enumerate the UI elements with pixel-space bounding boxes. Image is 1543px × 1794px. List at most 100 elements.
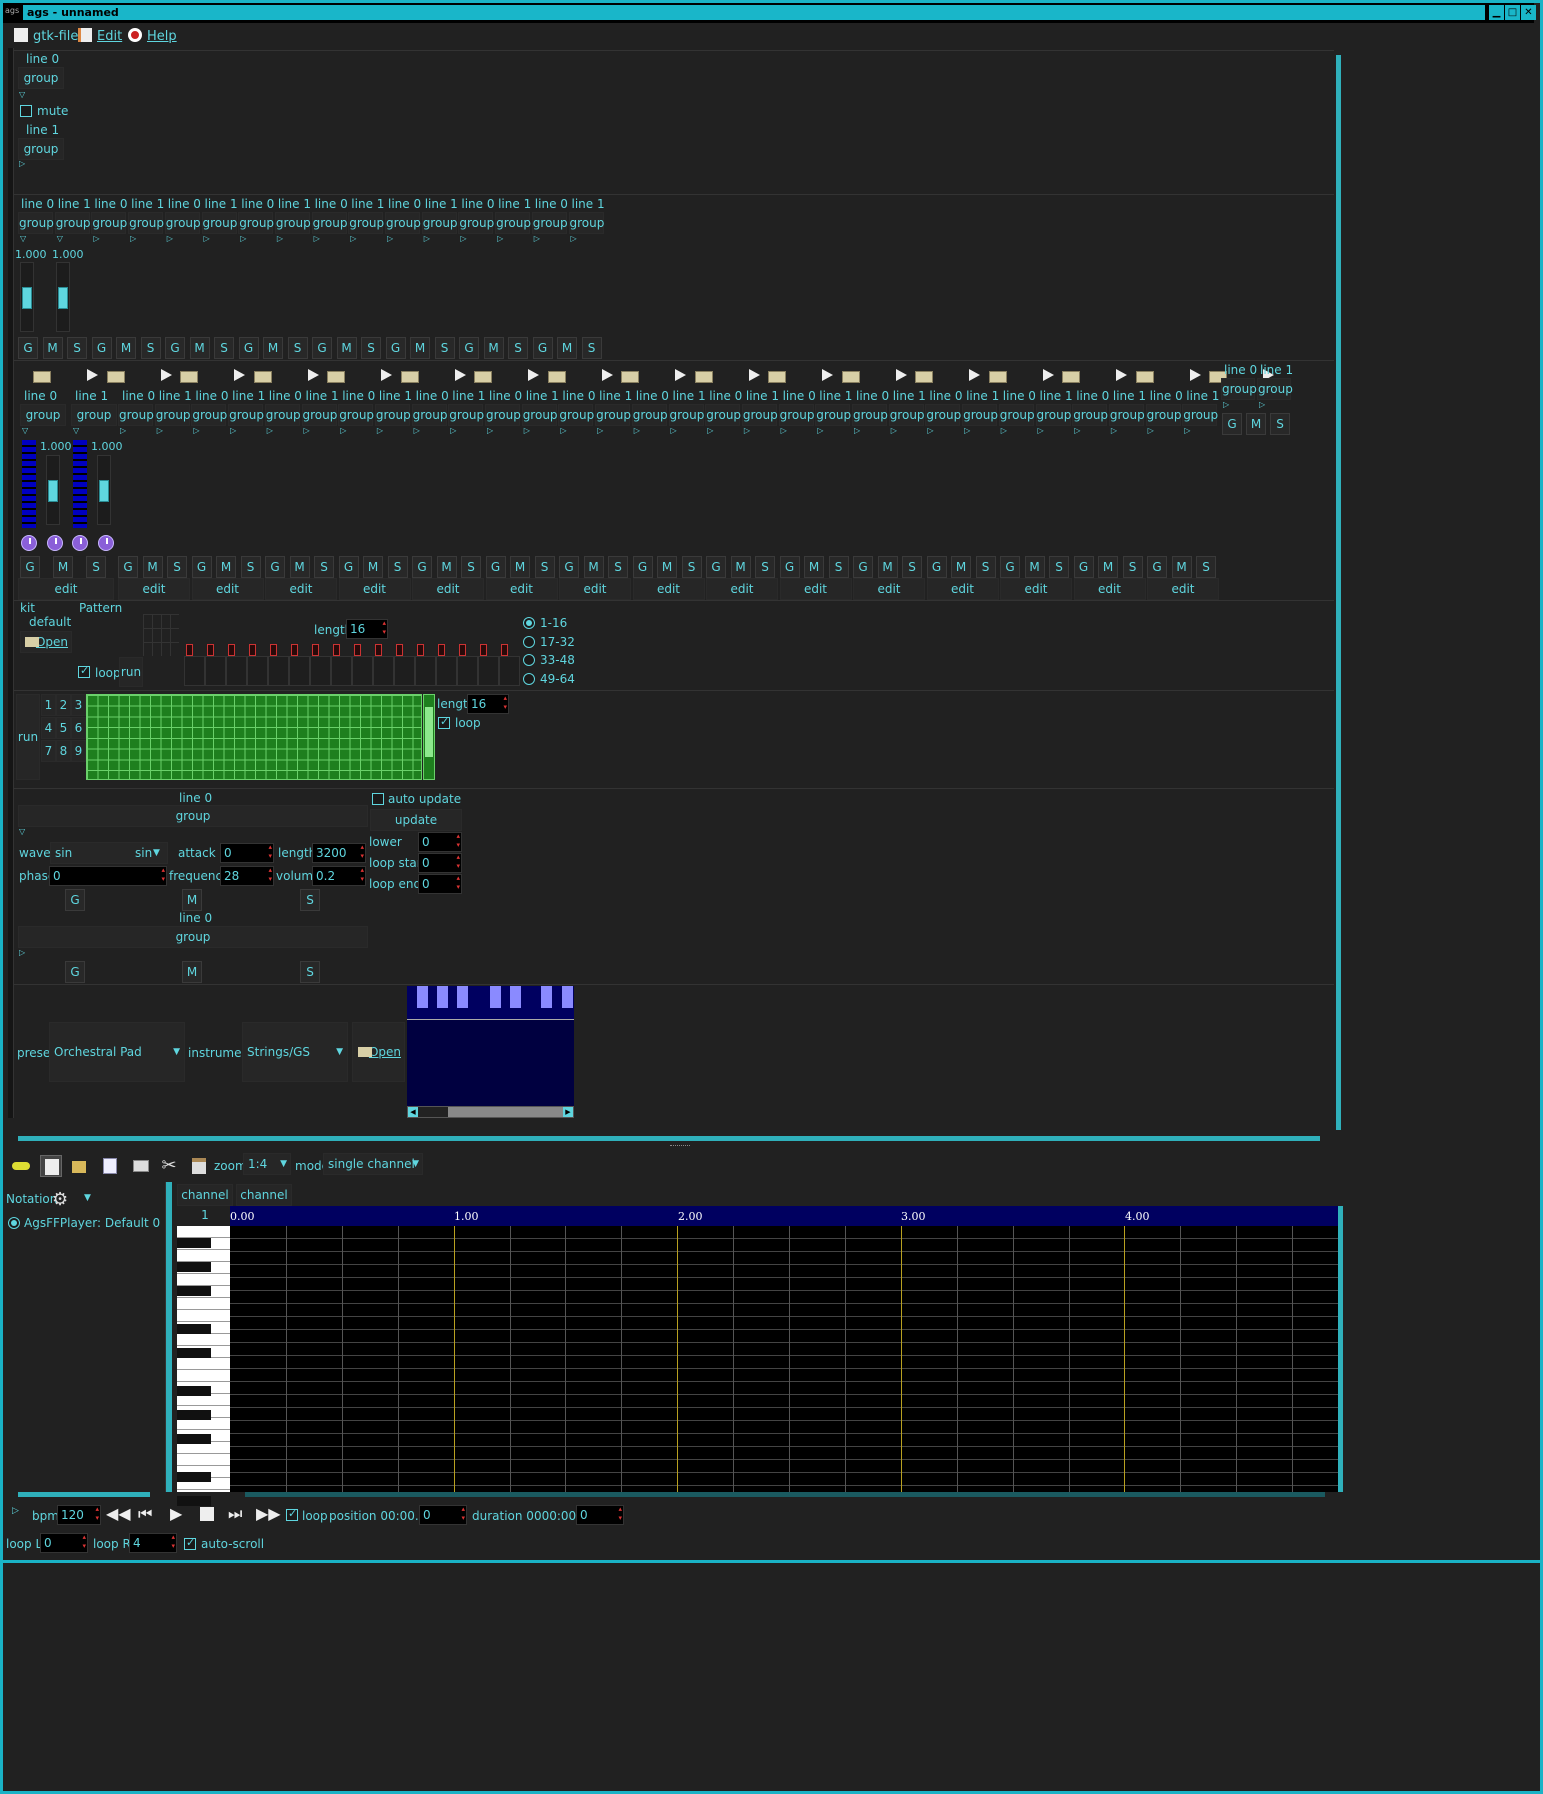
step-button[interactable] <box>331 656 352 686</box>
m-button[interactable]: M <box>730 556 751 578</box>
play-icon[interactable]: ▶ <box>170 1504 192 1526</box>
expander-icon[interactable]: ▷ <box>1074 426 1080 435</box>
mixer-group-button[interactable]: group <box>421 212 458 234</box>
piano-keyboard[interactable] <box>177 1226 230 1506</box>
s-button[interactable]: S <box>828 556 849 578</box>
synth-g-button[interactable]: G <box>65 889 85 911</box>
matrix-run-button[interactable]: run <box>16 694 40 780</box>
transport-loop-checkbox[interactable] <box>286 1507 298 1521</box>
m-button[interactable]: M <box>263 337 283 359</box>
expander-icon[interactable]: ▽ <box>19 90 25 99</box>
m-button[interactable]: M <box>363 556 383 578</box>
edit-button[interactable]: edit <box>118 578 190 600</box>
close-icon[interactable]: ✕ <box>1521 5 1536 20</box>
audio-group-button[interactable]: group <box>448 404 484 426</box>
edit-icon[interactable] <box>40 1155 62 1177</box>
audio-group-button[interactable]: group <box>228 404 264 426</box>
black-key[interactable] <box>177 1238 211 1248</box>
m-button[interactable]: M <box>951 556 971 578</box>
s-button[interactable]: S <box>508 337 528 359</box>
audio-group-button[interactable]: group <box>154 404 191 426</box>
skip-back-icon[interactable]: ⏮ <box>138 1504 160 1526</box>
m-button[interactable]: M <box>583 556 604 578</box>
expander-icon[interactable]: ▽ <box>19 827 25 836</box>
black-key[interactable] <box>510 986 521 1008</box>
loop-start-spin[interactable]: 0 <box>418 853 462 873</box>
g-button[interactable]: G <box>926 556 947 578</box>
m-button[interactable]: M <box>557 337 577 359</box>
mixer-group-button[interactable]: group <box>531 212 568 234</box>
expander-icon[interactable]: ▷ <box>1038 426 1044 435</box>
synth2-m-button[interactable]: M <box>182 961 202 983</box>
drum-run-button[interactable]: run <box>119 657 143 687</box>
audio-volume-slider[interactable] <box>46 455 60 525</box>
expander-icon[interactable]: ▷ <box>1111 426 1117 435</box>
audio-group-button[interactable]: group <box>411 404 447 426</box>
step-button[interactable] <box>247 656 268 686</box>
folder-icon[interactable] <box>392 364 426 386</box>
cut-icon[interactable]: ✂ <box>158 1155 180 1177</box>
main-hscrollbar[interactable] <box>18 1136 1320 1141</box>
expander-icon[interactable]: ▷ <box>817 426 823 435</box>
expander-icon[interactable]: ▷ <box>460 234 466 243</box>
expander-icon[interactable]: ▷ <box>524 426 530 435</box>
step-button[interactable] <box>352 656 373 686</box>
g-button[interactable]: G <box>853 556 873 578</box>
s-button[interactable]: S <box>434 337 455 359</box>
audio-group-button[interactable]: group <box>1108 404 1145 426</box>
g-button[interactable]: G <box>385 337 406 359</box>
s-button[interactable]: S <box>1196 556 1216 578</box>
mixer-group-button[interactable]: group <box>201 212 237 234</box>
s-button[interactable]: S <box>240 556 261 578</box>
expander-icon[interactable]: ▷ <box>1223 400 1229 409</box>
edit-button[interactable]: edit <box>265 578 337 600</box>
s-button[interactable]: S <box>975 556 996 578</box>
mute-checkbox[interactable] <box>20 105 32 117</box>
audio-group-button[interactable]: group <box>852 404 888 426</box>
step-button[interactable] <box>373 656 394 686</box>
preset-dropdown[interactable]: Orchestral Pad ▼ <box>49 1022 185 1082</box>
machine-radio[interactable] <box>8 1217 20 1229</box>
g-button[interactable]: G <box>412 556 432 578</box>
m-button[interactable]: M <box>436 556 457 578</box>
zoom-dropdown[interactable]: 1:4 ▼ <box>243 1153 291 1175</box>
expander-icon[interactable]: ▷ <box>230 426 236 435</box>
panel-group-0[interactable]: group <box>18 67 64 89</box>
matrix-pad[interactable]: 9 <box>71 740 86 762</box>
g-button[interactable]: G <box>532 337 553 359</box>
mode-dropdown[interactable]: single channel ▼ <box>323 1153 423 1175</box>
range-radio-1[interactable] <box>523 617 535 629</box>
audio-group-button[interactable]: group <box>1145 404 1181 426</box>
audio-group-button[interactable]: group <box>962 404 998 426</box>
stop-icon[interactable] <box>200 1507 214 1521</box>
audio-group-button[interactable]: group <box>191 404 227 426</box>
m-button[interactable]: M <box>53 556 73 578</box>
black-key[interactable] <box>177 1434 211 1444</box>
expander-icon[interactable]: ▷ <box>1001 426 1007 435</box>
black-key[interactable] <box>457 986 468 1008</box>
m-button[interactable]: M <box>657 556 677 578</box>
m-button[interactable]: M <box>510 556 530 578</box>
edit-button[interactable]: edit <box>1073 578 1146 600</box>
matrix-pad[interactable]: 7 <box>41 740 56 762</box>
step-button[interactable] <box>436 656 457 686</box>
expander-icon[interactable]: ▷ <box>891 426 897 435</box>
s-button[interactable]: S <box>167 556 187 578</box>
black-key[interactable] <box>177 1348 211 1358</box>
mixer-group-button[interactable]: group <box>568 212 604 234</box>
expander-icon[interactable]: ▷ <box>597 426 603 435</box>
audio-group-button[interactable]: group <box>374 404 411 426</box>
g-button[interactable]: G <box>1222 413 1242 435</box>
g-button[interactable]: G <box>779 556 800 578</box>
pad-grid[interactable] <box>143 614 179 656</box>
step-button[interactable] <box>478 656 499 686</box>
lower-spin[interactable]: 0 <box>418 832 462 852</box>
m-button[interactable]: M <box>142 556 163 578</box>
matrix-pad[interactable]: 2 <box>56 694 71 716</box>
audio-group-button[interactable]: group <box>888 404 925 426</box>
step-button[interactable] <box>226 656 247 686</box>
mixer-group-button[interactable]: group <box>311 212 347 234</box>
position-spin[interactable]: 0 <box>419 1505 467 1525</box>
expander-icon[interactable]: ▷ <box>377 426 383 435</box>
g-button[interactable]: G <box>312 337 332 359</box>
